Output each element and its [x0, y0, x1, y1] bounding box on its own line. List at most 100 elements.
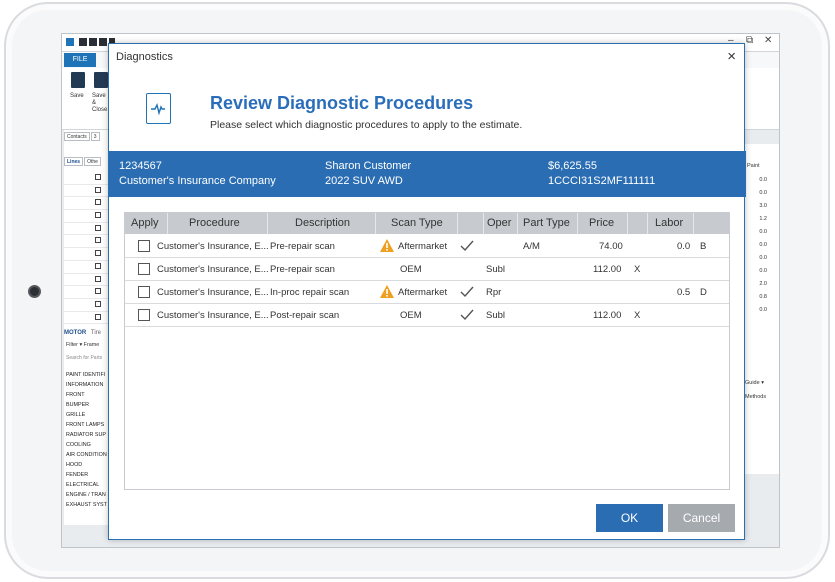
table-row[interactable]	[64, 261, 110, 274]
apply-checkbox[interactable]	[138, 240, 150, 252]
close-app-button[interactable]: ✕	[764, 35, 772, 46]
paint-value: 0.0	[759, 255, 767, 261]
procedures-table: Apply Procedure Description Scan Type Op…	[124, 212, 730, 490]
file-tab[interactable]: FILE	[64, 53, 96, 67]
list-item[interactable]: RADIATOR SUP	[66, 430, 109, 440]
x-mark-cell: X	[634, 310, 641, 321]
tab-tire[interactable]: Tire	[91, 330, 101, 336]
column-header-procedure[interactable]: Procedure	[189, 217, 240, 229]
guide-dropdown[interactable]: Guide ▾	[745, 380, 764, 386]
column-header-price[interactable]: Price	[589, 217, 614, 229]
apply-checkbox[interactable]	[138, 263, 150, 275]
row-checkbox[interactable]	[95, 212, 101, 219]
description-cell: In-proc repair scan	[270, 287, 350, 298]
row-checkbox[interactable]	[95, 224, 101, 231]
list-item[interactable]: AIR CONDITION	[66, 450, 109, 460]
row-checkbox[interactable]	[95, 300, 101, 307]
table-row[interactable]	[64, 197, 110, 211]
part-type-cell: A/M	[523, 241, 540, 252]
table-row[interactable]	[64, 185, 110, 198]
table-row[interactable]	[64, 223, 110, 236]
motor-tabs: MOTOR Tire	[64, 330, 101, 336]
list-item[interactable]: FRONT LAMPS	[66, 420, 109, 430]
oper-cell: Subl	[486, 310, 506, 321]
table-row[interactable]: Customer's Insurance, E... Post-repair s…	[125, 304, 729, 327]
tab-lines[interactable]: Lines	[64, 157, 84, 166]
table-row[interactable]	[64, 172, 110, 185]
filter-button[interactable]: Filter ▾ Frame	[66, 342, 99, 348]
cancel-button[interactable]: Cancel	[668, 504, 735, 532]
list-item[interactable]: ENGINE / TRAN	[66, 490, 109, 500]
list-item[interactable]: HOOD	[66, 460, 109, 470]
list-item[interactable]: EXHAUST SYST	[66, 500, 109, 510]
table-row[interactable]: Customer's Insurance, E... In-proc repai…	[125, 281, 729, 304]
table-row[interactable]	[64, 235, 110, 249]
save-close-label[interactable]: Save & Close	[92, 93, 108, 114]
restore-button[interactable]: ⧉	[746, 35, 753, 46]
tab-motor[interactable]: MOTOR	[64, 330, 86, 336]
dialog-subheading: Please select which diagnostic procedure…	[210, 119, 523, 131]
table-row[interactable]	[64, 248, 110, 261]
estimate-lines-pane: Contacts 3 Lines Othe MOTOR Tire Filter …	[64, 130, 110, 525]
print-quick-icon[interactable]	[89, 38, 97, 46]
home-button[interactable]	[28, 285, 41, 298]
column-header-scan-type[interactable]: Scan Type	[391, 217, 443, 229]
row-checkbox[interactable]	[95, 275, 101, 282]
table-row[interactable]	[64, 312, 110, 325]
column-header-labor[interactable]: Labor	[655, 217, 683, 229]
apply-checkbox[interactable]	[138, 309, 150, 321]
column-header-oper[interactable]: Oper	[487, 217, 511, 229]
column-header-apply[interactable]: Apply	[131, 217, 159, 229]
save-close-icon[interactable]	[94, 72, 108, 88]
save-icon[interactable]	[71, 72, 85, 88]
copy-quick-icon[interactable]	[99, 38, 107, 46]
checkmark-icon	[460, 309, 474, 321]
parts-search-input[interactable]: Search for Parts	[66, 355, 102, 361]
list-item[interactable]: FRONT BUMPER	[66, 390, 109, 410]
row-checkbox[interactable]	[95, 288, 101, 295]
list-item[interactable]: GRILLE	[66, 410, 109, 420]
row-checkbox[interactable]	[95, 250, 101, 257]
table-row[interactable]: Customer's Insurance, E... Pre-repair sc…	[125, 258, 729, 281]
row-checkbox[interactable]	[95, 237, 101, 244]
save-label[interactable]: Save	[70, 93, 84, 100]
table-row[interactable]	[64, 286, 110, 299]
tab-other-lines[interactable]: Othe	[84, 157, 101, 166]
dialog-close-button[interactable]: ×	[727, 48, 736, 65]
diagnostics-dialog: Diagnostics × Review Diagnostic Procedur…	[108, 43, 746, 540]
list-item[interactable]: FENDER	[66, 470, 109, 480]
price-cell: 74.00	[599, 241, 623, 252]
row-checkbox[interactable]	[95, 199, 101, 206]
table-row[interactable]	[64, 210, 110, 223]
paint-value: 0.0	[759, 268, 767, 274]
list-item[interactable]: ELECTRICAL	[66, 480, 109, 490]
column-header-description[interactable]: Description	[295, 217, 350, 229]
table-row[interactable]	[64, 274, 110, 287]
row-checkbox[interactable]	[95, 174, 101, 180]
dialog-heading: Review Diagnostic Procedures	[210, 93, 474, 113]
list-item[interactable]: COOLING	[66, 440, 109, 450]
table-row[interactable]	[64, 299, 110, 312]
row-checkbox[interactable]	[95, 313, 101, 320]
table-row[interactable]: Customer's Insurance, E... Pre-repair sc…	[125, 235, 729, 258]
row-checkbox[interactable]	[95, 262, 101, 269]
description-cell: Pre-repair scan	[270, 264, 335, 275]
list-item[interactable]: PAINT IDENTIFI	[66, 370, 109, 380]
save-quick-icon[interactable]	[79, 38, 87, 46]
insurer-name: Customer's Insurance Company	[119, 175, 276, 187]
apply-checkbox[interactable]	[138, 286, 150, 298]
vehicle-vin: 1CCCI31S2MF111111	[548, 175, 656, 187]
dialog-title: Diagnostics	[116, 51, 173, 63]
procedure-cell: Customer's Insurance, E...	[157, 241, 269, 252]
ok-button[interactable]: OK	[596, 504, 663, 532]
column-header-part-type[interactable]: Part Type	[523, 217, 570, 229]
tab-other[interactable]: 3	[90, 132, 100, 141]
checkmark-icon	[460, 286, 474, 298]
list-item[interactable]: INFORMATION	[66, 380, 109, 390]
tab-contacts[interactable]: Contacts	[64, 132, 90, 141]
row-checkbox[interactable]	[95, 186, 101, 193]
price-cell: 112.00	[593, 264, 622, 275]
parts-category-list: PAINT IDENTIFI INFORMATION FRONT BUMPER …	[66, 370, 109, 510]
heartbeat-document-icon	[146, 93, 171, 124]
paint-value: 0.8	[759, 294, 767, 300]
